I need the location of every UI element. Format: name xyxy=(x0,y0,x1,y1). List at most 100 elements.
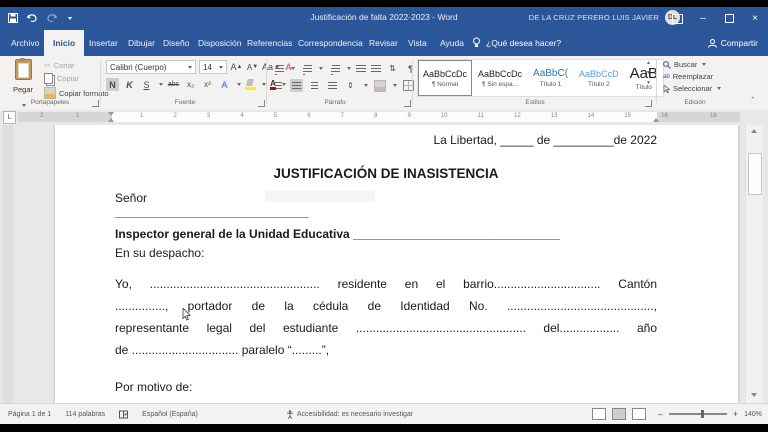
italic-button[interactable]: K xyxy=(123,78,136,91)
strikethrough-button[interactable]: abc xyxy=(167,78,180,91)
text-effects-button[interactable]: A xyxy=(218,78,231,91)
page-indicator[interactable]: Página 1 de 1 xyxy=(8,411,51,418)
font-size-combo[interactable]: 14 xyxy=(199,60,227,74)
pilcrow-icon[interactable]: ¶ xyxy=(404,62,417,75)
horizontal-ruler[interactable]: 2 1 12345678910111213141516 18 xyxy=(18,112,740,122)
accessibility-status[interactable]: Accesibilidad: es necesario investigar xyxy=(286,410,413,419)
first-line-indent-marker[interactable] xyxy=(108,112,114,116)
zoom-slider[interactable] xyxy=(669,413,727,415)
shading-icon[interactable] xyxy=(373,79,386,92)
style-titulo-2[interactable]: AaBbCcD Título 2 xyxy=(574,60,624,96)
underline-button[interactable]: S xyxy=(140,78,153,91)
highlight-color-button[interactable] xyxy=(245,79,256,90)
style-titulo-1[interactable]: AaBbC( Título 1 xyxy=(528,60,573,96)
scroll-down-icon[interactable] xyxy=(751,393,757,397)
restore-button[interactable] xyxy=(716,7,742,30)
office-line[interactable]: En su despacho: xyxy=(115,246,204,261)
accessibility-icon xyxy=(286,410,294,419)
style-titulo[interactable]: AaB Título xyxy=(625,60,663,96)
sort-icon[interactable]: ⇅ xyxy=(386,62,399,75)
web-layout-icon[interactable] xyxy=(632,408,646,420)
zoom-level[interactable]: 140% xyxy=(744,411,762,418)
tab-archivo[interactable]: Archivo xyxy=(2,30,48,56)
shrink-font-button[interactable]: A▼ xyxy=(246,61,259,74)
document-page[interactable]: La Libertad, _____ de _________de 2022 J… xyxy=(55,125,738,403)
share-button[interactable]: Compartir xyxy=(708,30,758,56)
superscript-button[interactable]: x² xyxy=(201,78,214,91)
reason-line[interactable]: Por motivo de: xyxy=(115,380,192,395)
styles-scroll-down-icon[interactable]: ▼ xyxy=(646,70,651,76)
tab-inicio[interactable]: Inicio xyxy=(44,30,84,56)
vertical-ruler[interactable] xyxy=(3,125,13,403)
minimize-button[interactable]: – xyxy=(690,7,716,30)
doc-heading[interactable]: JUSTIFICACIÓN DE INASISTENCIA xyxy=(115,166,657,181)
styles-dialog-launcher-icon[interactable] xyxy=(645,100,652,107)
proofing-icon[interactable] xyxy=(119,410,128,419)
text-effects-caret-icon[interactable] xyxy=(237,83,241,86)
zoom-out-icon[interactable]: – xyxy=(658,409,663,419)
font-family-combo[interactable]: Calibri (Cuerpo) xyxy=(106,60,196,74)
date-line[interactable]: La Libertad, _____ de _________de 2022 xyxy=(115,133,657,148)
account-area[interactable]: DE LA CRUZ PERERO LUIS JAVIER DL xyxy=(529,10,680,25)
style-sin-espaciado[interactable]: AaBbCcDc ¶ Sin espa... xyxy=(473,60,527,96)
body-line-3[interactable]: representante legal del estudiante .....… xyxy=(115,321,657,336)
scroll-up-icon[interactable] xyxy=(751,129,757,133)
grow-font-button[interactable]: A▲ xyxy=(230,61,243,74)
hanging-indent-marker[interactable] xyxy=(108,118,114,122)
body-line-1[interactable]: Yo, ....................................… xyxy=(115,277,657,292)
tell-me-search[interactable]: ¿Qué desea hacer? xyxy=(472,30,561,56)
body-line-2[interactable]: ..............., portador de la cédula d… xyxy=(115,299,657,314)
subscript-button[interactable]: x₂ xyxy=(184,78,197,91)
letterbox-top xyxy=(0,0,768,7)
find-button[interactable]: Buscar xyxy=(663,60,721,69)
format-painter-button[interactable]: Copiar formato xyxy=(44,87,109,99)
close-button[interactable]: × xyxy=(742,7,768,30)
select-button[interactable]: Seleccionar xyxy=(663,84,721,93)
tab-stop-selector[interactable]: L xyxy=(3,111,16,124)
ruler-number: 16 xyxy=(661,113,668,119)
body-line-4[interactable]: de ................................ para… xyxy=(115,343,329,358)
underline-caret-icon[interactable] xyxy=(159,83,163,86)
tab-ayuda[interactable]: Ayuda xyxy=(431,30,473,56)
ruler-number: 6 xyxy=(307,113,310,119)
bullets-icon[interactable] xyxy=(276,65,284,72)
scrollbar-thumb[interactable] xyxy=(748,153,762,195)
print-layout-icon[interactable] xyxy=(612,408,626,420)
font-dialog-launcher-icon[interactable] xyxy=(258,100,265,107)
paragraph-dialog-launcher-icon[interactable] xyxy=(404,100,411,107)
styles-scroll-up-icon[interactable]: ▲ xyxy=(646,60,651,66)
replace-button[interactable]: ab Reemplazar xyxy=(663,72,721,81)
decrease-indent-icon[interactable] xyxy=(356,65,366,72)
styles-gallery-more-icon[interactable]: ▼ xyxy=(646,80,651,86)
language-indicator[interactable]: Español (España) xyxy=(142,411,198,418)
style-normal[interactable]: AaBbCcDc ¶ Normal xyxy=(418,60,472,96)
line-spacing-icon[interactable]: ⇕ xyxy=(344,79,357,92)
vertical-scrollbar[interactable] xyxy=(745,125,763,403)
group-label-paragraph: Párrafo xyxy=(300,99,370,106)
collapse-ribbon-icon[interactable]: ⌃ xyxy=(750,96,756,104)
cut-button[interactable]: ✂ Cortar xyxy=(44,61,109,70)
multilevel-list-icon[interactable] xyxy=(332,65,340,72)
addressee-line[interactable]: Señor xyxy=(115,191,147,206)
blurred-text-artifact xyxy=(265,191,375,202)
increase-indent-icon[interactable] xyxy=(371,65,381,72)
zoom-slider-thumb[interactable] xyxy=(701,410,704,418)
borders-icon[interactable] xyxy=(402,79,415,92)
ribbon-display-options-icon[interactable] xyxy=(664,7,690,30)
copy-button[interactable]: Copiar xyxy=(44,73,109,84)
blank-underline-line[interactable]: _____________________________ xyxy=(115,205,309,220)
ruler-number: 13 xyxy=(551,113,558,119)
clipboard-dialog-launcher-icon[interactable] xyxy=(92,100,99,107)
align-right-icon[interactable] xyxy=(308,79,321,92)
read-mode-icon[interactable] xyxy=(592,408,606,420)
align-center-icon[interactable] xyxy=(290,79,303,92)
right-indent-marker[interactable] xyxy=(653,118,659,122)
format-painter-icon xyxy=(44,87,56,99)
zoom-in-icon[interactable]: + xyxy=(733,409,738,419)
align-left-icon[interactable] xyxy=(272,79,285,92)
inspector-line[interactable]: Inspector general de la Unidad Educativa… xyxy=(115,227,560,242)
word-count[interactable]: 114 palabras xyxy=(65,411,105,418)
bold-button[interactable]: N xyxy=(106,78,119,91)
justify-icon[interactable] xyxy=(326,79,339,92)
numbering-icon[interactable] xyxy=(304,65,312,72)
